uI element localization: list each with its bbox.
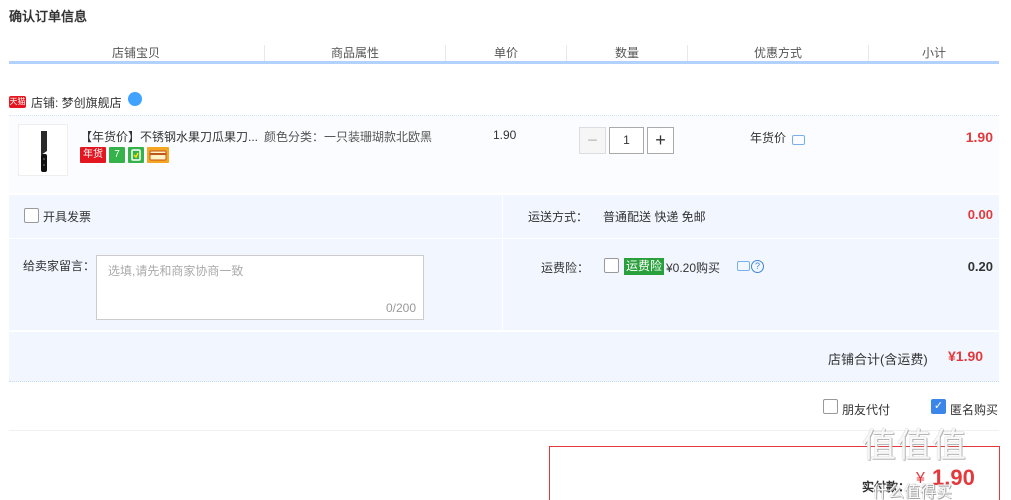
unit-price: 1.90 <box>493 128 517 142</box>
options-row-divider <box>9 238 999 239</box>
shipping-insurance-label: 运费险： <box>541 261 590 275</box>
discount-label: 年货价 <box>750 131 787 145</box>
product-title-link[interactable]: 【年货价】不锈钢水果刀瓜果刀... <box>80 128 260 145</box>
credit-card-icon <box>147 147 169 163</box>
comment-icon[interactable] <box>792 135 805 145</box>
knife-icon <box>41 131 47 172</box>
column-header-attributes: 商品属性 <box>330 46 379 60</box>
anonymous-checkbox[interactable]: ✓ <box>931 399 946 414</box>
product-sku: 颜色分类：一只装珊瑚款北欧黑 <box>264 130 433 144</box>
shipping-insurance-checkbox[interactable] <box>604 258 619 273</box>
invoice-label[interactable]: 开具发票 <box>43 208 91 225</box>
shipping-method-value: 普通配送 快递 免邮 <box>603 210 706 224</box>
seller-message-label: 给卖家留言： <box>23 259 96 273</box>
shop-name-link[interactable]: 店铺: 梦创旗舰店 <box>31 94 122 111</box>
shield-icon <box>128 147 144 163</box>
shipping-insurance-fee: 0.20 <box>967 259 993 274</box>
product-badges: 年货 7 <box>80 147 169 163</box>
shop-total-label: 店铺合计(含运费) <box>828 352 928 367</box>
friend-pay-label[interactable]: 朋友代付 <box>842 401 890 418</box>
comment-icon[interactable] <box>737 261 750 271</box>
tmall-icon: 天猫 <box>9 96 26 108</box>
column-header-subtotal: 小计 <box>921 46 946 60</box>
column-header-shop-item: 店铺宝贝 <box>111 46 160 60</box>
shipping-method-label: 运送方式： <box>528 210 589 224</box>
item-subtotal: 1.90 <box>965 129 993 145</box>
quantity-increase-button[interactable]: + <box>647 127 674 154</box>
anonymous-label[interactable]: 匿名购买 <box>950 401 998 418</box>
column-header-unit-price: 单价 <box>493 46 518 60</box>
product-thumbnail[interactable] <box>18 124 68 176</box>
seller-message-counter: 0/200 <box>385 301 416 315</box>
discount-method: 年货价 <box>750 129 786 146</box>
header-divider <box>9 61 999 64</box>
options-divider <box>502 195 503 330</box>
help-icon[interactable]: ? <box>751 260 764 273</box>
shipping-insurance-tag: 运费险 <box>624 258 665 275</box>
watermark-logo: 值值值 <box>862 426 967 466</box>
quantity-input[interactable]: 1 <box>609 127 644 154</box>
shop-total-value: ¥1.90 <box>948 348 984 364</box>
column-header-discount: 优惠方式 <box>753 46 802 60</box>
seller-message-placeholder: 选填,请先和商家协商一致 <box>108 264 244 278</box>
page-title: 确认订单信息 <box>9 9 88 24</box>
friend-pay-checkbox[interactable] <box>823 399 838 414</box>
new-year-badge: 年货 <box>80 147 106 163</box>
shop-row: 天猫 店铺: 梦创旗舰店 <box>9 92 142 112</box>
shipping-fee: 0.00 <box>967 207 993 222</box>
wangwang-chat-icon[interactable] <box>127 92 142 106</box>
quantity-decrease-button[interactable]: − <box>579 127 606 154</box>
options-divider <box>9 430 999 431</box>
invoice-checkbox[interactable] <box>24 208 39 223</box>
shipping-insurance-price: ¥0.20购买 <box>666 261 721 275</box>
column-header-quantity: 数量 <box>614 46 639 60</box>
seven-day-return-icon: 7 <box>109 147 125 163</box>
watermark-text: 什么值得买 <box>872 484 953 500</box>
